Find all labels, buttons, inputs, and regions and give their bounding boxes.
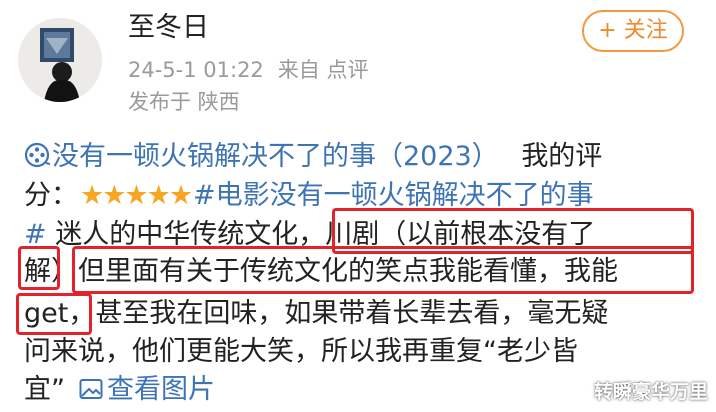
- post-location: 发布于 陕西: [128, 90, 240, 114]
- review-text-1: 我的评: [521, 141, 603, 172]
- star-rating: ★★★★★: [80, 180, 193, 211]
- topic-tag-end[interactable]: #: [24, 219, 47, 250]
- review-line-2: 分：★★★★★#电影没有一顿火锅解决不了的事: [24, 176, 594, 216]
- review-line-1: 没有一顿火锅解决不了的事（2023） 我的评: [24, 137, 602, 177]
- review-line-4: 解）但里面有关于传统文化的笑点我能看懂，我能: [24, 256, 618, 287]
- film-title[interactable]: 没有一顿火锅解决不了的事（2023）: [52, 141, 499, 172]
- review-text-3: 迷人的中华传统文化，川剧（以前根本没有了: [46, 219, 596, 250]
- post-source: 来自 点评: [277, 58, 369, 82]
- review-line-5: get，甚至我在回味，如果带着长辈去看，毫无疑: [24, 298, 609, 329]
- review-line-7: 宜” 查看图片: [24, 370, 215, 410]
- review-line-6: 问来说，他们更能大笑，所以我再重复“老少皆: [24, 336, 578, 367]
- watermark: 转瞬豪华万里: [593, 381, 708, 403]
- review-line-3: # 迷人的中华传统文化，川剧（以前根本没有了: [24, 215, 595, 255]
- view-pictures-label[interactable]: 查看图片: [107, 374, 215, 405]
- avatar[interactable]: [18, 18, 102, 102]
- review-text-7: 宜”: [24, 374, 65, 405]
- picture-icon: [79, 379, 103, 399]
- topic-tag[interactable]: #电影没有一顿火锅解决不了的事: [193, 180, 594, 211]
- post-meta: 24-5-1 01:22 来自 点评: [128, 56, 368, 84]
- film-link[interactable]: 没有一顿火锅解决不了的事（2023）: [24, 141, 507, 172]
- view-pictures-link[interactable]: 查看图片: [79, 374, 215, 405]
- film-reel-icon: [24, 142, 50, 168]
- follow-button[interactable]: + 关注: [582, 10, 684, 52]
- post-time: 24-5-1 01:22: [128, 58, 264, 82]
- rating-label: 分：: [24, 180, 78, 211]
- username[interactable]: 至冬日: [128, 10, 209, 46]
